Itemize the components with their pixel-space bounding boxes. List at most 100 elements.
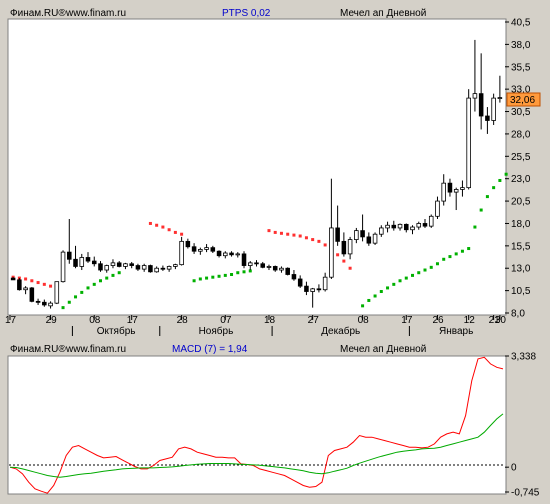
sar-dot-below <box>217 274 221 278</box>
sar-dot-above <box>42 282 46 286</box>
month-label: Ноябрь <box>199 325 234 337</box>
bottom-indicator: MACD (7) = 1,94 <box>172 344 248 355</box>
x-tick-label: 08 <box>358 315 370 326</box>
sar-dot-above <box>336 253 340 257</box>
candle-body <box>141 265 147 270</box>
y-tick-label: 28,0 <box>511 129 531 140</box>
sar-dot-below <box>392 282 396 286</box>
sar-dot-above <box>167 228 171 232</box>
sar-dot-below <box>479 208 483 212</box>
sar-dot-below <box>80 290 84 294</box>
candle-body <box>410 226 415 231</box>
candle-body <box>191 246 197 252</box>
sar-dot-below <box>473 225 477 229</box>
sar-dot-below <box>198 277 202 281</box>
candle-body <box>316 288 322 291</box>
candle-body <box>185 240 191 248</box>
sar-dot-above <box>286 232 290 236</box>
candle-body <box>297 278 303 287</box>
macd-panel <box>7 355 507 495</box>
x-tick-label: 12 <box>464 315 476 326</box>
sar-dot-below <box>454 252 458 256</box>
candle-body <box>447 182 453 193</box>
sar-dot-above <box>279 231 283 235</box>
candle-body <box>35 300 41 303</box>
x-tick-label: 18 <box>264 315 276 326</box>
sar-dot-above <box>161 225 165 229</box>
candle-body <box>254 262 259 265</box>
sar-dot-below <box>373 294 377 298</box>
x-tick-label: 27 <box>308 315 320 326</box>
last-price-marker: 32,06 <box>506 92 541 107</box>
sar-dot-above <box>24 277 28 281</box>
top-source: Финам.RU® <box>10 8 66 19</box>
candle-body <box>166 266 172 270</box>
x-tick-label: 07 <box>220 315 232 326</box>
sar-dot-above <box>30 279 34 283</box>
sar-dot-above <box>155 223 159 227</box>
candle-body <box>266 266 272 268</box>
candle-body <box>110 262 116 266</box>
sar-dot-above <box>317 239 321 243</box>
candle-body <box>54 281 60 304</box>
y-tick-label: 30,5 <box>511 107 531 118</box>
sar-dot-below <box>460 249 464 253</box>
candle-body <box>223 252 228 257</box>
y-tick-label: 35,5 <box>511 62 531 73</box>
candle-body <box>229 252 234 256</box>
candle-body <box>329 227 334 278</box>
sar-dot-below <box>67 300 71 304</box>
sar-dot-below <box>367 298 371 302</box>
date-axis: 17 29 08 17 28 07 18 27 08 17 26 12 2130Октябрь Ноябр… <box>5 315 506 337</box>
sar-dot-below <box>504 172 508 176</box>
sar-dot-above <box>148 221 152 225</box>
sar-dot-above <box>348 266 352 270</box>
sar-dot-above <box>173 230 177 234</box>
candle-body <box>160 267 166 270</box>
candle-body <box>304 285 309 292</box>
y-tick-label: 13,0 <box>511 264 531 275</box>
top-site: www.finam.ru <box>65 8 126 19</box>
candle-body <box>441 182 446 202</box>
sar-dot-below <box>105 276 109 280</box>
sar-dot-below <box>192 279 196 283</box>
candle-body <box>347 239 353 255</box>
sar-dot-below <box>111 273 115 277</box>
candle-body <box>216 250 222 257</box>
candle-body <box>360 230 365 238</box>
sar-dot-above <box>342 259 346 263</box>
candle-body <box>279 267 284 271</box>
sar-dot-above <box>273 230 277 234</box>
candle-body <box>179 240 184 266</box>
candle-body <box>104 265 110 271</box>
candle-body <box>154 267 159 273</box>
sar-dot-below <box>492 186 496 190</box>
month-label: Октябрь <box>97 325 136 337</box>
sar-dot-below <box>448 255 452 259</box>
candle-body <box>85 257 91 262</box>
sar-dot-below <box>98 279 102 283</box>
candle-body <box>123 263 128 267</box>
candle-body <box>472 93 478 99</box>
y-tick-label: 18,0 <box>511 219 531 230</box>
sar-dot-below <box>467 247 471 251</box>
candle-body <box>379 227 384 235</box>
candle-body <box>23 287 28 291</box>
x-tick-label: 30 <box>495 315 507 326</box>
candle-body <box>403 223 409 231</box>
candle-body <box>10 277 16 281</box>
month-label: Январь <box>439 326 473 337</box>
y-tick-label: 8,0 <box>511 309 525 320</box>
candle-body <box>491 97 496 121</box>
sar-dot-below <box>429 265 433 269</box>
candle-body <box>391 224 397 229</box>
candle-body <box>435 200 440 217</box>
candle-body <box>29 287 35 302</box>
sar-dot-below <box>386 286 390 290</box>
sar-dot-above <box>304 236 308 240</box>
sar-dot-below <box>398 279 402 283</box>
candle-body <box>310 288 315 292</box>
candle-body <box>372 233 378 244</box>
candle-body <box>485 115 490 121</box>
candle-body <box>198 249 203 252</box>
